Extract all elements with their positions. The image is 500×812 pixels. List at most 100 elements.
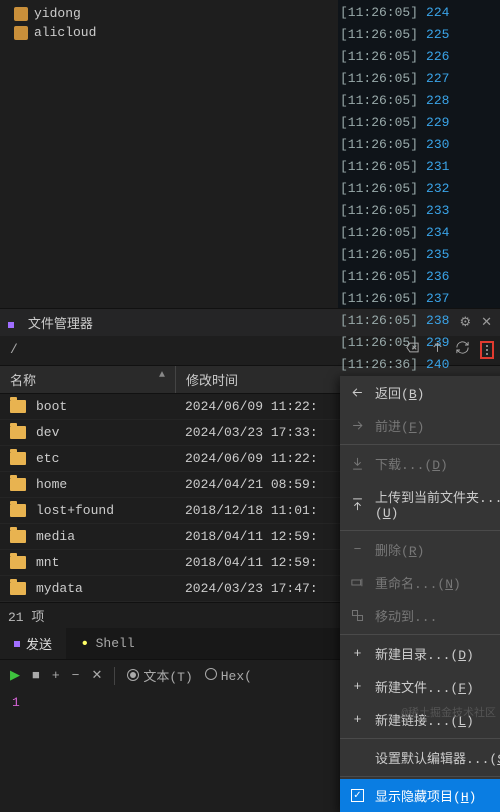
log-line-number: 238 xyxy=(426,310,449,332)
log-line-number: 228 xyxy=(426,90,449,112)
log-line-number: 235 xyxy=(426,244,449,266)
log-line-number: 227 xyxy=(426,68,449,90)
plus-icon: + xyxy=(350,679,365,694)
log-line-number: 224 xyxy=(426,2,449,24)
play-icon[interactable]: ▶ xyxy=(10,668,20,683)
sort-asc-icon: ▲ xyxy=(159,370,165,389)
folder-icon xyxy=(10,504,26,517)
folder-icon xyxy=(10,530,26,543)
radio-hex[interactable]: Hex( xyxy=(205,668,252,684)
log-row: [11:26:05]225 xyxy=(338,24,500,46)
log-timestamp: [11:26:05] xyxy=(340,244,418,266)
bullet-icon: • xyxy=(80,636,90,652)
close-icon[interactable]: ✕ xyxy=(91,668,102,683)
rename-icon xyxy=(350,575,365,590)
log-timestamp: [11:26:05] xyxy=(340,68,418,90)
menu-upload[interactable]: 上传到当前文件夹...(U) xyxy=(340,480,500,528)
log-row: [11:26:05] 237 xyxy=(338,288,500,310)
file-name: boot xyxy=(36,399,185,414)
menu-default-editor[interactable]: 设置默认编辑器...(S) xyxy=(340,741,500,774)
file-name: mydata xyxy=(36,581,185,596)
up-arrow-icon[interactable] xyxy=(430,340,445,359)
log-row: [11:26:05] 236 xyxy=(338,266,500,288)
close-icon[interactable]: ✕ xyxy=(481,315,492,330)
tab-indicator-icon xyxy=(14,641,20,647)
stop-icon[interactable]: ■ xyxy=(32,668,40,683)
plus-icon: + xyxy=(350,646,365,661)
plus-icon: + xyxy=(350,712,365,727)
separator xyxy=(340,776,500,777)
file-name: home xyxy=(36,477,185,492)
backspace-icon[interactable] xyxy=(405,340,420,359)
log-output: [11:26:05]224[11:26:05]225[11:26:05]226[… xyxy=(338,0,500,308)
log-row: [11:26:05]234 xyxy=(338,222,500,244)
log-line-number: 237 xyxy=(426,288,449,310)
log-timestamp: [11:26:05] xyxy=(340,2,418,24)
column-name[interactable]: 名称 ▲ xyxy=(0,366,175,393)
arrow-left-icon xyxy=(350,385,365,400)
menu-new-dir[interactable]: + 新建目录...(D) xyxy=(340,637,500,670)
folder-icon xyxy=(10,478,26,491)
log-row: [11:26:05]228 xyxy=(338,90,500,112)
more-menu-button[interactable] xyxy=(480,341,494,359)
log-row: [11:26:05]232 xyxy=(338,178,500,200)
separator xyxy=(340,444,500,445)
log-row: [11:26:05] 235 xyxy=(338,244,500,266)
log-row: [11:26:05] 229 xyxy=(338,112,500,134)
radio-text[interactable]: 文本(T) xyxy=(127,666,192,685)
watermark: @稀土掘金技术社区 xyxy=(401,704,496,720)
log-timestamp: [11:26:05] xyxy=(340,266,418,288)
menu-forward: 前进(F) xyxy=(340,409,500,442)
arrow-right-icon xyxy=(350,418,365,433)
menu-rename: 重命名...(N) xyxy=(340,566,500,599)
context-menu: 返回(B) 前进(F) 下载...(D) 上传到当前文件夹...(U) − 删除… xyxy=(340,376,500,812)
gear-icon[interactable]: ⚙ xyxy=(459,315,471,330)
file-name: media xyxy=(36,529,185,544)
tab-shell[interactable]: • Shell xyxy=(66,628,149,659)
divider xyxy=(114,667,115,685)
plus-icon[interactable]: + xyxy=(52,668,60,683)
log-row: [11:26:05]230 xyxy=(338,134,500,156)
log-timestamp: [11:26:05] xyxy=(340,24,418,46)
file-name: dev xyxy=(36,425,185,440)
checkbox-checked-icon: ✓ xyxy=(351,789,364,802)
tree-item[interactable]: alicloud xyxy=(8,23,330,42)
upload-icon xyxy=(350,497,365,512)
connection-tree: yidong alicloud xyxy=(0,0,338,308)
log-timestamp: [11:26:05] xyxy=(340,46,418,68)
log-row: [11:26:05] 224 xyxy=(338,2,500,24)
menu-back[interactable]: 返回(B) xyxy=(340,376,500,409)
menu-new-file[interactable]: + 新建文件...(F) xyxy=(340,670,500,703)
tree-item-label: yidong xyxy=(34,6,81,21)
log-line-number: 236 xyxy=(426,266,449,288)
download-icon xyxy=(350,456,365,471)
path-input[interactable]: / xyxy=(10,342,395,357)
file-name: mnt xyxy=(36,555,185,570)
panel-title: 文件管理器 xyxy=(28,317,93,332)
menu-delete: − 删除(R) xyxy=(340,533,500,566)
tab-send[interactable]: 发送 xyxy=(0,628,66,659)
file-name: lost+found xyxy=(36,503,185,518)
menu-move: 移动到... xyxy=(340,599,500,632)
log-timestamp: [11:26:05] xyxy=(340,200,418,222)
log-row: [11:26:05] 226 xyxy=(338,46,500,68)
log-timestamp: [11:26:05] xyxy=(340,222,418,244)
item-count: 21 项 xyxy=(8,606,44,625)
refresh-icon[interactable] xyxy=(455,340,470,359)
minus-icon[interactable]: − xyxy=(72,668,80,683)
connection-icon xyxy=(14,7,28,21)
folder-icon xyxy=(10,582,26,595)
menu-show-hidden[interactable]: ✓ 显示隐藏项目(H) xyxy=(340,779,500,812)
log-line-number: 226 xyxy=(426,46,449,68)
tree-item[interactable]: yidong xyxy=(8,4,330,23)
log-timestamp: [11:26:05] xyxy=(340,156,418,178)
tree-item-label: alicloud xyxy=(34,25,96,40)
folder-icon xyxy=(10,452,26,465)
folder-icon xyxy=(10,556,26,569)
log-row: [11:26:05]231 xyxy=(338,156,500,178)
log-line-number: 229 xyxy=(426,112,449,134)
log-timestamp: [11:26:05] xyxy=(340,178,418,200)
log-timestamp: [11:26:05] xyxy=(340,112,418,134)
log-row: [11:26:05] 227 xyxy=(338,68,500,90)
log-timestamp: [11:26:05] xyxy=(340,288,418,310)
